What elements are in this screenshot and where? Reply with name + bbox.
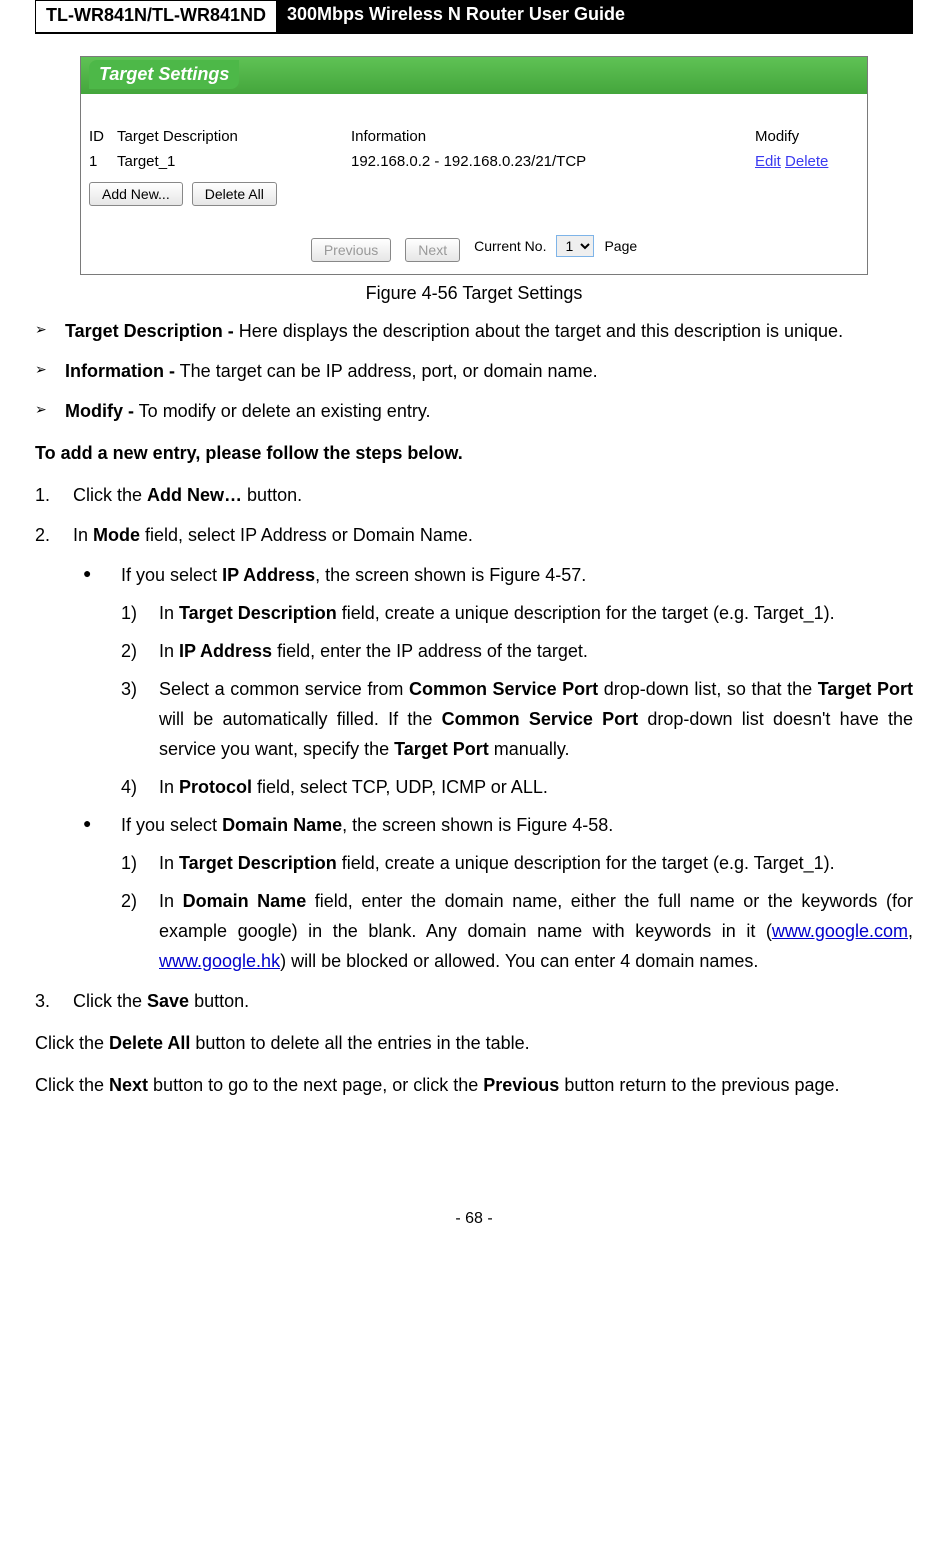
- page-header: TL-WR841N/TL-WR841ND 300Mbps Wireless N …: [35, 0, 913, 34]
- ip-substep-2: In IP Address field, enter the IP addres…: [159, 636, 913, 666]
- next-button[interactable]: Next: [405, 238, 460, 262]
- google-hk-link[interactable]: www.google.hk: [159, 951, 280, 971]
- ip-substep-1: In Target Description field, create a un…: [159, 598, 913, 628]
- table-row: 1 Target_1 192.168.0.2 - 192.168.0.23/21…: [89, 149, 859, 174]
- page-select[interactable]: 1: [556, 235, 594, 257]
- ip-substep-3: Select a common service from Common Serv…: [159, 674, 913, 764]
- ip-branch-intro: If you select IP Address, the screen sho…: [121, 560, 913, 590]
- dn-substep-2: In Domain Name field, enter the domain n…: [159, 886, 913, 976]
- col-description: Target Description: [117, 124, 351, 149]
- delete-all-para: Click the Delete All button to delete al…: [35, 1028, 913, 1058]
- target-table: ID Target Description Information Modify…: [89, 124, 859, 174]
- substep-2-number: 2): [121, 636, 159, 666]
- substep-1-number: 1): [121, 848, 159, 878]
- cell-modify: Edit Delete: [755, 149, 859, 174]
- step-3-number: 3.: [35, 986, 73, 1016]
- arrow-icon: ➢: [35, 316, 65, 346]
- step-2-text: In Mode field, select IP Address or Doma…: [73, 520, 913, 550]
- edit-link[interactable]: Edit: [755, 153, 781, 170]
- add-entry-heading: To add a new entry, please follow the st…: [35, 438, 913, 468]
- substep-3-number: 3): [121, 674, 159, 764]
- col-modify: Modify: [755, 124, 859, 149]
- google-com-link[interactable]: www.google.com: [772, 921, 908, 941]
- substep-2-number: 2): [121, 886, 159, 976]
- delete-link[interactable]: Delete: [785, 153, 828, 170]
- add-new-button[interactable]: Add New...: [89, 182, 183, 206]
- model-label: TL-WR841N/TL-WR841ND: [35, 0, 277, 32]
- ip-substep-4: In Protocol field, select TCP, UDP, ICMP…: [159, 772, 913, 802]
- col-information: Information: [351, 124, 755, 149]
- pager-row: Previous Next Current No. 1 Page: [81, 224, 867, 274]
- page-number: - 68 -: [35, 1210, 913, 1228]
- cell-desc: Target_1: [117, 149, 351, 174]
- arrow-icon: ➢: [35, 356, 65, 386]
- substep-1-number: 1): [121, 598, 159, 628]
- cell-id: 1: [89, 149, 117, 174]
- bullet-target-description: Target Description - Here displays the d…: [65, 316, 913, 346]
- dn-substep-1: In Target Description field, create a un…: [159, 848, 913, 878]
- bullet-icon: ●: [73, 810, 121, 840]
- substep-4-number: 4): [121, 772, 159, 802]
- page-label: Page: [604, 238, 637, 254]
- bullet-information: Information - The target can be IP addre…: [65, 356, 913, 386]
- step-2-number: 2.: [35, 520, 73, 550]
- delete-all-button[interactable]: Delete All: [192, 182, 277, 206]
- current-no-label: Current No.: [474, 238, 546, 254]
- target-settings-screenshot: Target Settings ID Target Description In…: [80, 56, 868, 275]
- step-1-number: 1.: [35, 480, 73, 510]
- panel-title: Target Settings: [89, 60, 239, 89]
- step-3-text: Click the Save button.: [73, 986, 913, 1016]
- step-1-text: Click the Add New… button.: [73, 480, 913, 510]
- dn-branch-intro: If you select Domain Name, the screen sh…: [121, 810, 913, 840]
- next-prev-para: Click the Next button to go to the next …: [35, 1070, 913, 1100]
- previous-button[interactable]: Previous: [311, 238, 391, 262]
- bullet-icon: ●: [73, 560, 121, 590]
- bullet-modify: Modify - To modify or delete an existing…: [65, 396, 913, 426]
- panel-header: Target Settings: [81, 57, 867, 94]
- figure-caption: Figure 4-56 Target Settings: [35, 283, 913, 304]
- arrow-icon: ➢: [35, 396, 65, 426]
- guide-title: 300Mbps Wireless N Router User Guide: [277, 0, 913, 32]
- col-id: ID: [89, 124, 117, 149]
- cell-info: 192.168.0.2 - 192.168.0.23/21/TCP: [351, 149, 755, 174]
